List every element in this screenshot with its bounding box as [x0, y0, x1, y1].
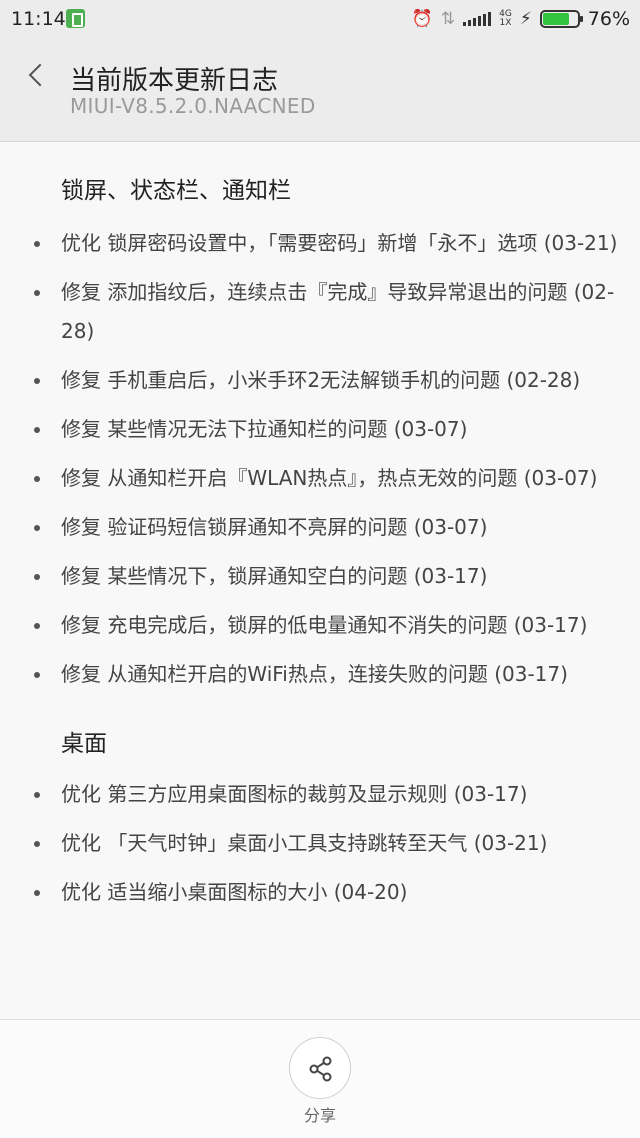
list-item: 修复 充电完成后，锁屏的低电量通知不消失的问题 (03-17) — [34, 606, 620, 645]
list-item: 修复 某些情况下，锁屏通知空白的问题 (03-17) — [34, 557, 620, 596]
list-item: 修复 从通知栏开启『WLAN热点』，热点无效的问题 (03-07) — [34, 459, 620, 498]
status-bar: 11:14 ⏰ ⇅ 4G 1X ⚡ 76% — [0, 0, 640, 38]
list-item: 修复 验证码短信锁屏通知不亮屏的问题 (03-07) — [34, 508, 620, 547]
list-item: 优化 适当缩小桌面图标的大小 (04-20) — [34, 873, 620, 912]
list-item: 修复 手机重启后，小米手环2无法解锁手机的问题 (02-28) — [34, 361, 620, 400]
section-title-desktop: 桌面 — [61, 731, 107, 757]
list-item: 修复 某些情况无法下拉通知栏的问题 (03-07) — [34, 410, 620, 449]
battery-percent: 76% — [587, 8, 630, 30]
list-item: 优化 锁屏密码设置中，「需要密码」新增「永不」选项 (03-21) — [34, 224, 620, 263]
status-icons: ⏰ ⇅ 4G 1X ⚡ 76% — [412, 6, 630, 32]
status-time: 11:14 — [11, 8, 66, 30]
battery-fill — [542, 13, 569, 25]
alarm-icon: ⏰ — [411, 9, 433, 29]
section-title-lockscreen: 锁屏、状态栏、通知栏 — [61, 178, 291, 204]
changelog-content[interactable]: 锁屏、状态栏、通知栏 优化 锁屏密码设置中，「需要密码」新增「永不」选项 (03… — [0, 143, 640, 1019]
list-item: 优化 第三方应用桌面图标的裁剪及显示规则 (03-17) — [34, 775, 620, 814]
list-item: 修复 从通知栏开启的WiFi热点，连接失败的问题 (03-17) — [34, 655, 620, 694]
app-battery-icon — [66, 9, 85, 28]
battery-icon — [539, 10, 583, 28]
list-item: 修复 添加指纹后，连续点击『完成』导致异常退出的问题 (02-28) — [34, 273, 620, 351]
bottom-bar: 分享 — [0, 1019, 640, 1138]
page-title: 当前版本更新日志 — [70, 66, 279, 96]
back-button[interactable] — [18, 58, 58, 98]
data-transfer-icon: ⇅ — [440, 9, 456, 29]
share-icon — [309, 1056, 332, 1082]
version-subtitle: MIUI-V8.5.2.0.NAACNED — [70, 94, 316, 118]
signal-icon — [463, 12, 492, 26]
charging-icon: ⚡ — [519, 9, 532, 29]
network-4g-icon: 4G 1X — [499, 9, 512, 28]
list-item: 优化 「天气时钟」桌面小工具支持跳转至天气 (03-21) — [34, 824, 620, 863]
share-button[interactable] — [289, 1037, 351, 1099]
share-label: 分享 — [303, 1106, 336, 1125]
app-header: 当前版本更新日志 MIUI-V8.5.2.0.NAACNED — [0, 38, 640, 142]
